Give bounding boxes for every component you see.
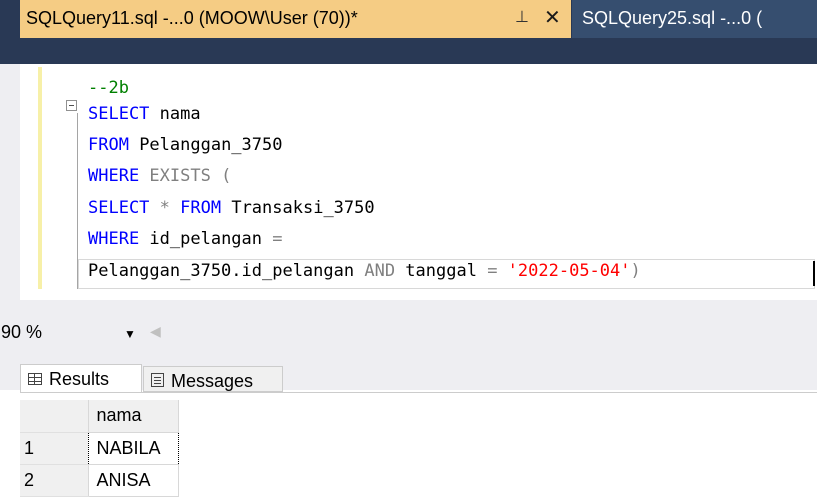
collapse-icon[interactable] bbox=[66, 100, 77, 111]
tab-title: SQLQuery11.sql -...0 (MOOW\User (70))* bbox=[26, 8, 358, 28]
tab-sqlquery25[interactable]: SQLQuery25.sql -...0 ( bbox=[572, 0, 817, 38]
pin-icon[interactable]: ⊥ bbox=[515, 7, 529, 27]
grid-cell[interactable]: NABILA bbox=[87, 431, 179, 465]
scroll-left-icon[interactable]: ◀ bbox=[150, 323, 161, 340]
messages-icon bbox=[151, 373, 164, 387]
tab-title: SQLQuery25.sql -...0 ( bbox=[582, 8, 763, 28]
tab-sqlquery11[interactable]: SQLQuery11.sql -...0 (MOOW\User (70))* ⊥… bbox=[20, 0, 571, 38]
grid-cell[interactable]: ANISA bbox=[87, 463, 179, 497]
code-line-2: SELECT nama bbox=[88, 104, 201, 124]
chevron-down-icon[interactable]: ▼ bbox=[124, 327, 136, 341]
text-caret bbox=[813, 261, 815, 286]
tab-results[interactable]: Results bbox=[20, 364, 142, 392]
table-row: 2 ANISA bbox=[20, 463, 179, 497]
grid-header-row: nama bbox=[20, 400, 179, 433]
tab-results-label: Results bbox=[49, 369, 110, 389]
results-grid: nama 1 NABILA 2 ANISA bbox=[20, 400, 179, 497]
row-number-header[interactable] bbox=[20, 400, 88, 433]
code-line-5: SELECT * FROM Transaksi_3750 bbox=[88, 198, 375, 218]
change-tracking-bar bbox=[38, 67, 42, 289]
column-header-nama[interactable]: nama bbox=[87, 400, 179, 433]
tab-messages[interactable]: Messages bbox=[143, 366, 283, 392]
close-icon[interactable]: ✕ bbox=[544, 5, 561, 30]
code-line-6: WHERE id_pelangan = bbox=[88, 229, 283, 249]
row-number[interactable]: 1 bbox=[20, 432, 88, 465]
grid-icon bbox=[28, 373, 42, 385]
row-number[interactable]: 2 bbox=[20, 464, 88, 497]
code-line-1: --2b bbox=[88, 78, 129, 98]
code-line-3: FROM Pelanggan_3750 bbox=[88, 135, 283, 155]
tab-messages-label: Messages bbox=[171, 371, 254, 391]
zoom-value: 90 % bbox=[1, 322, 43, 342]
code-line-4: WHERE EXISTS ( bbox=[88, 166, 232, 186]
table-row: 1 NABILA bbox=[20, 431, 179, 465]
editor-bottom-margin bbox=[20, 300, 817, 314]
code-line-7: Pelanggan_3750.id_pelangan AND tanggal =… bbox=[88, 261, 641, 281]
